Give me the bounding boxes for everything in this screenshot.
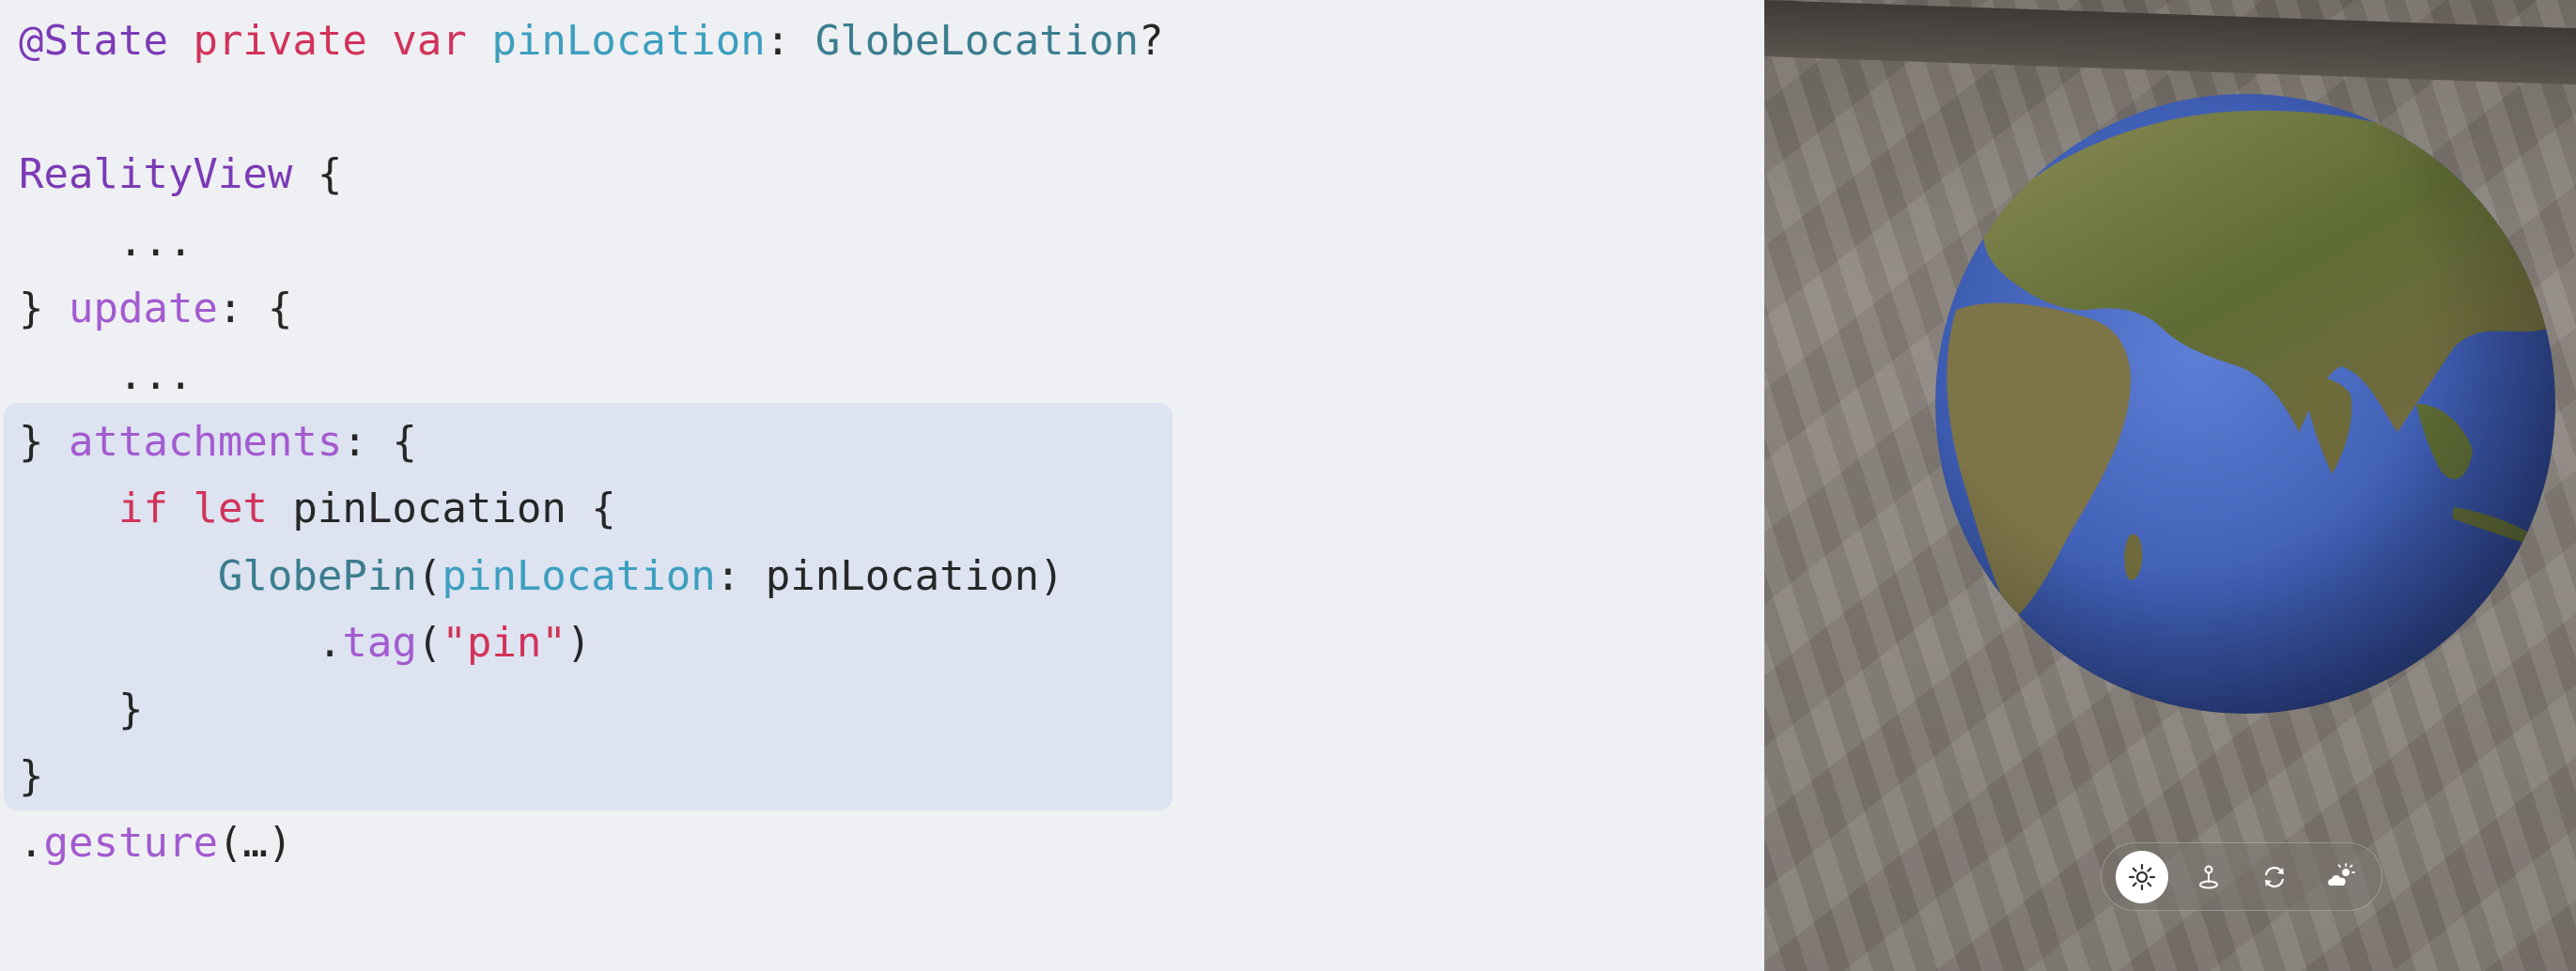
rotate-icon — [2265, 866, 2285, 887]
code-token: "pin" — [442, 618, 566, 667]
code-line: ... — [19, 208, 193, 275]
code-line: RealityView { — [19, 141, 342, 208]
code-token: : — [765, 17, 815, 65]
rotate-button[interactable] — [2248, 851, 2301, 903]
code-token: (…) — [217, 819, 293, 868]
code-line: ... — [19, 342, 193, 408]
code-token: ( — [416, 618, 442, 667]
code-token: pinLocation { — [267, 485, 616, 533]
code-token: private — [193, 17, 367, 65]
pin-drop-button[interactable] — [2182, 851, 2235, 903]
code-token: GlobePin — [217, 551, 417, 600]
code-token: pinLocation — [442, 551, 716, 600]
code-line: .gesture(…) — [19, 809, 292, 876]
code-token: @State — [19, 17, 168, 65]
code-token: ... — [19, 217, 194, 266]
sun-button[interactable] — [2116, 850, 2169, 903]
code-line: .tag("pin") — [19, 609, 591, 676]
code-token: attachments — [68, 418, 343, 467]
code-token: gesture — [43, 819, 218, 868]
code-line: } attachments: { — [19, 408, 417, 475]
code-token: } — [19, 686, 144, 733]
code-line: if let pinLocation { — [19, 475, 616, 542]
code-token: update — [68, 284, 218, 332]
code-line: } — [19, 676, 144, 743]
globe-scene — [1764, 0, 2576, 971]
code-token: ... — [19, 351, 194, 399]
code-token: if — [117, 485, 168, 533]
code-token: GlobeLocation — [815, 17, 1140, 65]
code-token: } — [19, 752, 44, 801]
code-token: : { — [217, 284, 293, 332]
code-token: RealityView — [19, 150, 293, 199]
code-line: GlobePin(pinLocation: pinLocation) — [19, 543, 1064, 609]
code-token: pinLocation — [491, 17, 766, 65]
code-line: } update: { — [19, 275, 292, 342]
code-token: { — [292, 150, 343, 199]
sun-icon — [2129, 863, 2156, 890]
wall-edge — [1764, 0, 2576, 85]
cloud-sun-icon — [2327, 862, 2355, 886]
code-token: tag — [342, 618, 417, 667]
code-token: : { — [342, 418, 417, 467]
code-token: ( — [416, 551, 442, 600]
code-token: . — [19, 819, 44, 868]
globe-model[interactable] — [1928, 94, 2567, 714]
code-token: } — [19, 418, 69, 467]
code-panel: @State private var pinLocation: GlobeLoc… — [0, 0, 1764, 971]
code-line: } — [19, 743, 44, 809]
code-token: : pinLocation) — [715, 551, 1064, 600]
code-token: var — [392, 17, 467, 65]
code-line: @State private var pinLocation: GlobeLoc… — [19, 8, 1164, 74]
cloud-sun-button[interactable] — [2315, 851, 2367, 903]
code-token: ? — [1139, 17, 1164, 65]
code-token: ) — [566, 618, 592, 667]
code-token: let — [193, 485, 268, 533]
code-token: } — [19, 284, 69, 332]
code-token: . — [19, 618, 343, 667]
ornament-toolbar — [2101, 842, 2382, 911]
pin-drop-icon — [2198, 865, 2218, 888]
globe-shading — [1935, 94, 2555, 714]
